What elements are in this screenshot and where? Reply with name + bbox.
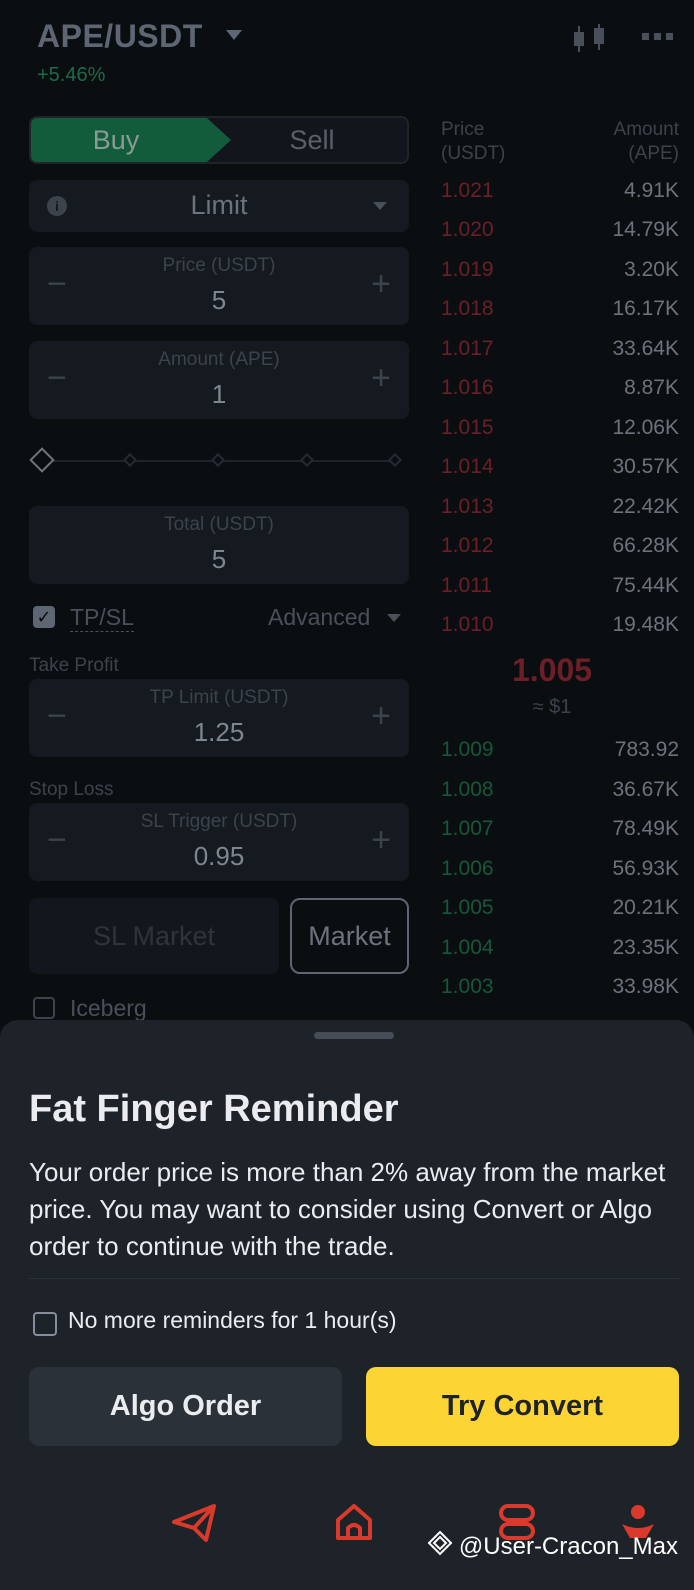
tp-limit-value: 1.25 [193, 717, 245, 747]
ask-row[interactable]: 1.017 33.64K [441, 337, 679, 367]
sl-trigger-label: SL Trigger (USDT) [140, 811, 298, 832]
increase-tp-button[interactable]: + [371, 699, 391, 733]
more-icon[interactable] [642, 30, 674, 48]
bid-row[interactable]: 1.007 78.49K [441, 817, 679, 847]
price-input[interactable]: − Price (USDT) 5 + [29, 247, 409, 325]
price-value: 5 [211, 285, 227, 315]
tpsl-label[interactable]: TP/SL [70, 604, 134, 632]
home-icon[interactable] [334, 1502, 374, 1547]
price-label: Price (USDT) [162, 255, 276, 276]
slider-step-25[interactable] [122, 452, 138, 468]
amount-input[interactable]: − Amount (APE) 1 + [29, 341, 409, 419]
buy-sell-toggle: Buy Sell [29, 116, 409, 164]
iceberg-checkbox[interactable] [33, 997, 55, 1019]
total-input[interactable]: Total (USDT) 5 [29, 506, 409, 584]
last-price-usd: ≈ $1 [532, 696, 572, 718]
ask-row[interactable]: 1.019 3.20K [441, 258, 679, 288]
orderbook-amount-header: Amount (APE) [613, 119, 679, 164]
bid-row[interactable]: 1.006 56.93K [441, 857, 679, 887]
total-value: 5 [211, 544, 227, 574]
ask-row[interactable]: 1.013 22.42K [441, 495, 679, 525]
watermark-text: @User-Cracon_Max [458, 1532, 678, 1560]
paper-plane-icon[interactable] [172, 1502, 216, 1547]
bid-row[interactable]: 1.003 33.98K [441, 975, 679, 1005]
bid-row[interactable]: 1.004 23.35K [441, 936, 679, 966]
increase-sl-button[interactable]: + [371, 823, 391, 857]
tp-limit-input[interactable]: − TP Limit (USDT) 1.25 + [29, 679, 409, 757]
tp-limit-label: TP Limit (USDT) [149, 687, 289, 708]
ask-row[interactable]: 1.015 12.06K [441, 416, 679, 446]
candlestick-chart-icon[interactable] [572, 24, 608, 59]
bid-row[interactable]: 1.009 783.92 [441, 738, 679, 768]
chevron-down-icon[interactable] [387, 614, 401, 622]
sheet-message: Your order price is more than 2% away fr… [29, 1157, 666, 1261]
try-convert-button[interactable]: Try Convert [366, 1367, 679, 1446]
price-change: +5.46% [37, 64, 106, 86]
last-price: 1.005 [511, 652, 593, 688]
order-type-select[interactable]: i Limit [29, 180, 409, 232]
fat-finger-sheet: Fat Finger Reminder Your order price is … [0, 1020, 694, 1590]
sheet-drag-handle[interactable] [314, 1032, 394, 1039]
ask-row[interactable]: 1.011 75.44K [441, 574, 679, 604]
no-reminder-checkbox[interactable] [33, 1312, 57, 1336]
sl-trigger-value: 0.95 [193, 841, 245, 871]
slider-handle[interactable] [29, 447, 55, 473]
bid-row[interactable]: 1.005 20.21K [441, 896, 679, 926]
market-button[interactable]: Market [290, 898, 409, 974]
ask-row[interactable]: 1.020 14.79K [441, 218, 679, 248]
bid-row[interactable]: 1.008 36.67K [441, 778, 679, 808]
ask-row[interactable]: 1.010 19.48K [441, 613, 679, 643]
chevron-down-icon[interactable] [226, 30, 242, 40]
stop-loss-label: Stop Loss [29, 779, 114, 800]
amount-value: 1 [211, 379, 227, 409]
slider-step-50[interactable] [210, 452, 226, 468]
increase-amount-button[interactable]: + [371, 361, 391, 395]
chevron-down-icon [373, 202, 387, 210]
iceberg-label: Iceberg [70, 995, 147, 1021]
advanced-dropdown[interactable]: Advanced [268, 604, 370, 631]
tab-buy[interactable]: Buy [31, 118, 231, 162]
orderbook-price-header: Price (USDT) [441, 119, 506, 164]
sheet-title: Fat Finger Reminder [29, 1088, 399, 1130]
total-label: Total (USDT) [164, 514, 274, 535]
no-reminder-label[interactable]: No more reminders for 1 hour(s) [68, 1307, 397, 1334]
order-type-label: Limit [190, 190, 248, 220]
slider-step-75[interactable] [299, 452, 315, 468]
take-profit-label: Take Profit [29, 655, 119, 676]
algo-order-button[interactable]: Algo Order [29, 1367, 342, 1446]
ask-row[interactable]: 1.018 16.17K [441, 297, 679, 327]
ask-row[interactable]: 1.014 30.57K [441, 455, 679, 485]
watermark: @User-Cracon_Max [427, 1530, 678, 1563]
sl-market-button[interactable]: SL Market [29, 898, 279, 974]
ask-row[interactable]: 1.012 66.28K [441, 534, 679, 564]
tpsl-checkbox[interactable]: ✓ [33, 606, 55, 628]
ask-row[interactable]: 1.016 8.87K [441, 376, 679, 406]
pair-selector[interactable]: APE/USDT [37, 18, 203, 55]
sl-trigger-input[interactable]: − SL Trigger (USDT) 0.95 + [29, 803, 409, 881]
amount-label: Amount (APE) [158, 349, 280, 370]
ask-row[interactable]: 1.021 4.91K [441, 179, 679, 209]
divider [29, 1278, 679, 1279]
bilibili-logo-icon [427, 1530, 453, 1563]
slider-step-100[interactable] [387, 452, 403, 468]
increase-price-button[interactable]: + [371, 267, 391, 301]
tab-sell[interactable]: Sell [217, 118, 407, 162]
